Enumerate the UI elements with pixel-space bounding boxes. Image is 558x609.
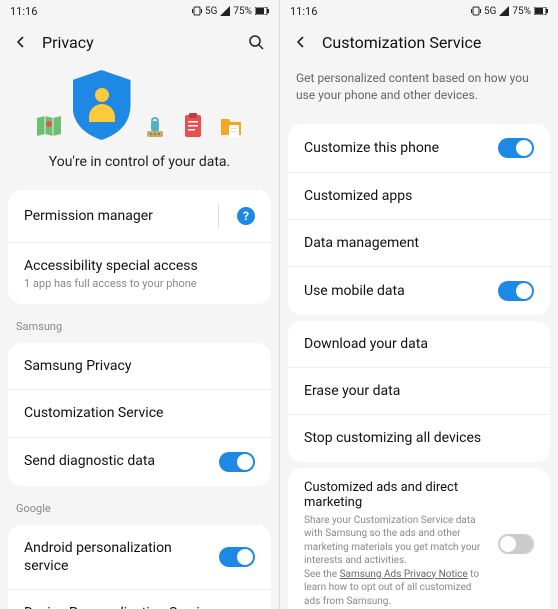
shield-icon xyxy=(73,70,131,140)
ads-text: Customized ads and direct marketing Shar… xyxy=(304,480,490,609)
signal-icon xyxy=(499,6,509,16)
row-accessibility[interactable]: Accessibility special access 1 app has f… xyxy=(8,242,271,304)
clipboard-icon xyxy=(179,112,207,140)
status-right: 5G 75% xyxy=(471,6,548,17)
group-settings: Customize this phone Customized apps Dat… xyxy=(288,124,550,315)
status-net: 5G xyxy=(205,6,217,17)
section-label-google: Google xyxy=(0,492,279,519)
page-title: Privacy xyxy=(42,33,235,52)
page-title: Customization Service xyxy=(322,33,544,52)
status-bar: 11:16 5G 75% xyxy=(280,0,558,22)
folder-icon xyxy=(217,112,245,140)
map-icon xyxy=(35,112,63,140)
toggle-customize-phone[interactable] xyxy=(498,138,534,158)
info-icon[interactable]: ? xyxy=(237,207,255,225)
row-customization-service[interactable]: Customization Service xyxy=(8,389,271,436)
row-data-management[interactable]: Data management xyxy=(288,219,550,266)
toggle-android-personalization[interactable] xyxy=(219,547,255,567)
row-label: Permission manager xyxy=(24,207,208,225)
row-use-mobile-data[interactable]: Use mobile data xyxy=(288,266,550,315)
row-erase-data[interactable]: Erase your data xyxy=(288,367,550,414)
row-label: Download your data xyxy=(304,335,534,353)
content-scroll[interactable]: Permission manager ? Accessibility speci… xyxy=(0,184,279,609)
ads-body: Share your Customization Service data wi… xyxy=(304,514,490,609)
ads-privacy-link[interactable]: Samsung Ads Privacy Notice xyxy=(340,569,468,580)
status-time: 11:16 xyxy=(290,5,317,18)
ads-body-1: Share your Customization Service data wi… xyxy=(304,515,480,567)
ads-body-2a: See the xyxy=(304,569,340,580)
row-label: Android personalization service xyxy=(24,539,219,575)
group-samsung: Samsung Privacy Customization Service Se… xyxy=(8,343,271,485)
toggle-use-mobile-data[interactable] xyxy=(498,281,534,301)
search-icon xyxy=(248,34,264,50)
row-label: Customize this phone xyxy=(304,139,498,157)
vibrate-icon xyxy=(192,6,202,16)
screen-privacy: 11:16 5G 75% Privacy xyxy=(0,0,279,609)
signal-icon xyxy=(220,6,230,16)
search-button[interactable] xyxy=(247,34,265,50)
row-label: Stop customizing all devices xyxy=(304,429,534,447)
row-customized-ads[interactable]: Customized ads and direct marketing Shar… xyxy=(288,468,550,609)
row-label: Customization Service xyxy=(24,404,255,422)
toggle-customized-ads[interactable] xyxy=(498,534,534,554)
content-scroll[interactable]: Customize this phone Customized apps Dat… xyxy=(280,118,558,609)
row-label: Use mobile data xyxy=(304,282,498,300)
row-download-data[interactable]: Download your data xyxy=(288,321,550,367)
status-bar: 11:16 5G 75% xyxy=(0,0,279,22)
row-customized-apps[interactable]: Customized apps xyxy=(288,172,550,219)
lock-icon xyxy=(141,112,169,140)
status-battery: 75% xyxy=(233,6,252,17)
chevron-left-icon xyxy=(294,35,308,49)
screen-customization-service: 11:16 5G 75% Customization Service Get p… xyxy=(279,0,558,609)
row-label: Customized apps xyxy=(304,187,534,205)
back-button[interactable] xyxy=(14,35,30,49)
status-net: 5G xyxy=(484,6,496,17)
divider xyxy=(218,204,219,228)
vibrate-icon xyxy=(471,6,481,16)
hero: You're in control of your data. xyxy=(0,62,279,184)
group-google: Android personalization service Device P… xyxy=(8,525,271,609)
ads-title: Customized ads and direct marketing xyxy=(304,480,490,510)
row-label: Accessibility special access xyxy=(24,257,198,275)
status-battery: 75% xyxy=(512,6,531,17)
row-device-personalization[interactable]: Device Personalization Services xyxy=(8,589,271,609)
row-label: Device Personalization Services xyxy=(24,604,255,609)
status-right: 5G 75% xyxy=(192,6,269,17)
row-label: Send diagnostic data xyxy=(24,452,219,470)
row-send-diagnostic[interactable]: Send diagnostic data xyxy=(8,437,271,486)
group-ads: Customized ads and direct marketing Shar… xyxy=(288,468,550,609)
row-label: Samsung Privacy xyxy=(24,357,255,375)
chevron-left-icon xyxy=(14,35,28,49)
status-time: 11:16 xyxy=(10,5,37,18)
hero-text: You're in control of your data. xyxy=(49,154,231,170)
page-description: Get personalized content based on how yo… xyxy=(280,62,558,118)
header: Privacy xyxy=(0,22,279,62)
row-sublabel: 1 app has full access to your phone xyxy=(24,277,197,290)
row-permission-manager[interactable]: Permission manager ? xyxy=(8,190,271,242)
toggle-send-diagnostic[interactable] xyxy=(219,452,255,472)
row-label: Erase your data xyxy=(304,382,534,400)
header: Customization Service xyxy=(280,22,558,62)
battery-icon xyxy=(255,7,269,15)
row-customize-phone[interactable]: Customize this phone xyxy=(288,124,550,172)
section-label-samsung: Samsung xyxy=(0,310,279,337)
group-data-actions: Download your data Erase your data Stop … xyxy=(288,321,550,462)
row-android-personalization[interactable]: Android personalization service xyxy=(8,525,271,589)
row-samsung-privacy[interactable]: Samsung Privacy xyxy=(8,343,271,389)
group-main: Permission manager ? Accessibility speci… xyxy=(8,190,271,304)
row-label: Data management xyxy=(304,234,534,252)
back-button[interactable] xyxy=(294,35,310,49)
battery-icon xyxy=(534,7,548,15)
hero-icons xyxy=(35,70,245,140)
row-stop-customizing[interactable]: Stop customizing all devices xyxy=(288,414,550,461)
